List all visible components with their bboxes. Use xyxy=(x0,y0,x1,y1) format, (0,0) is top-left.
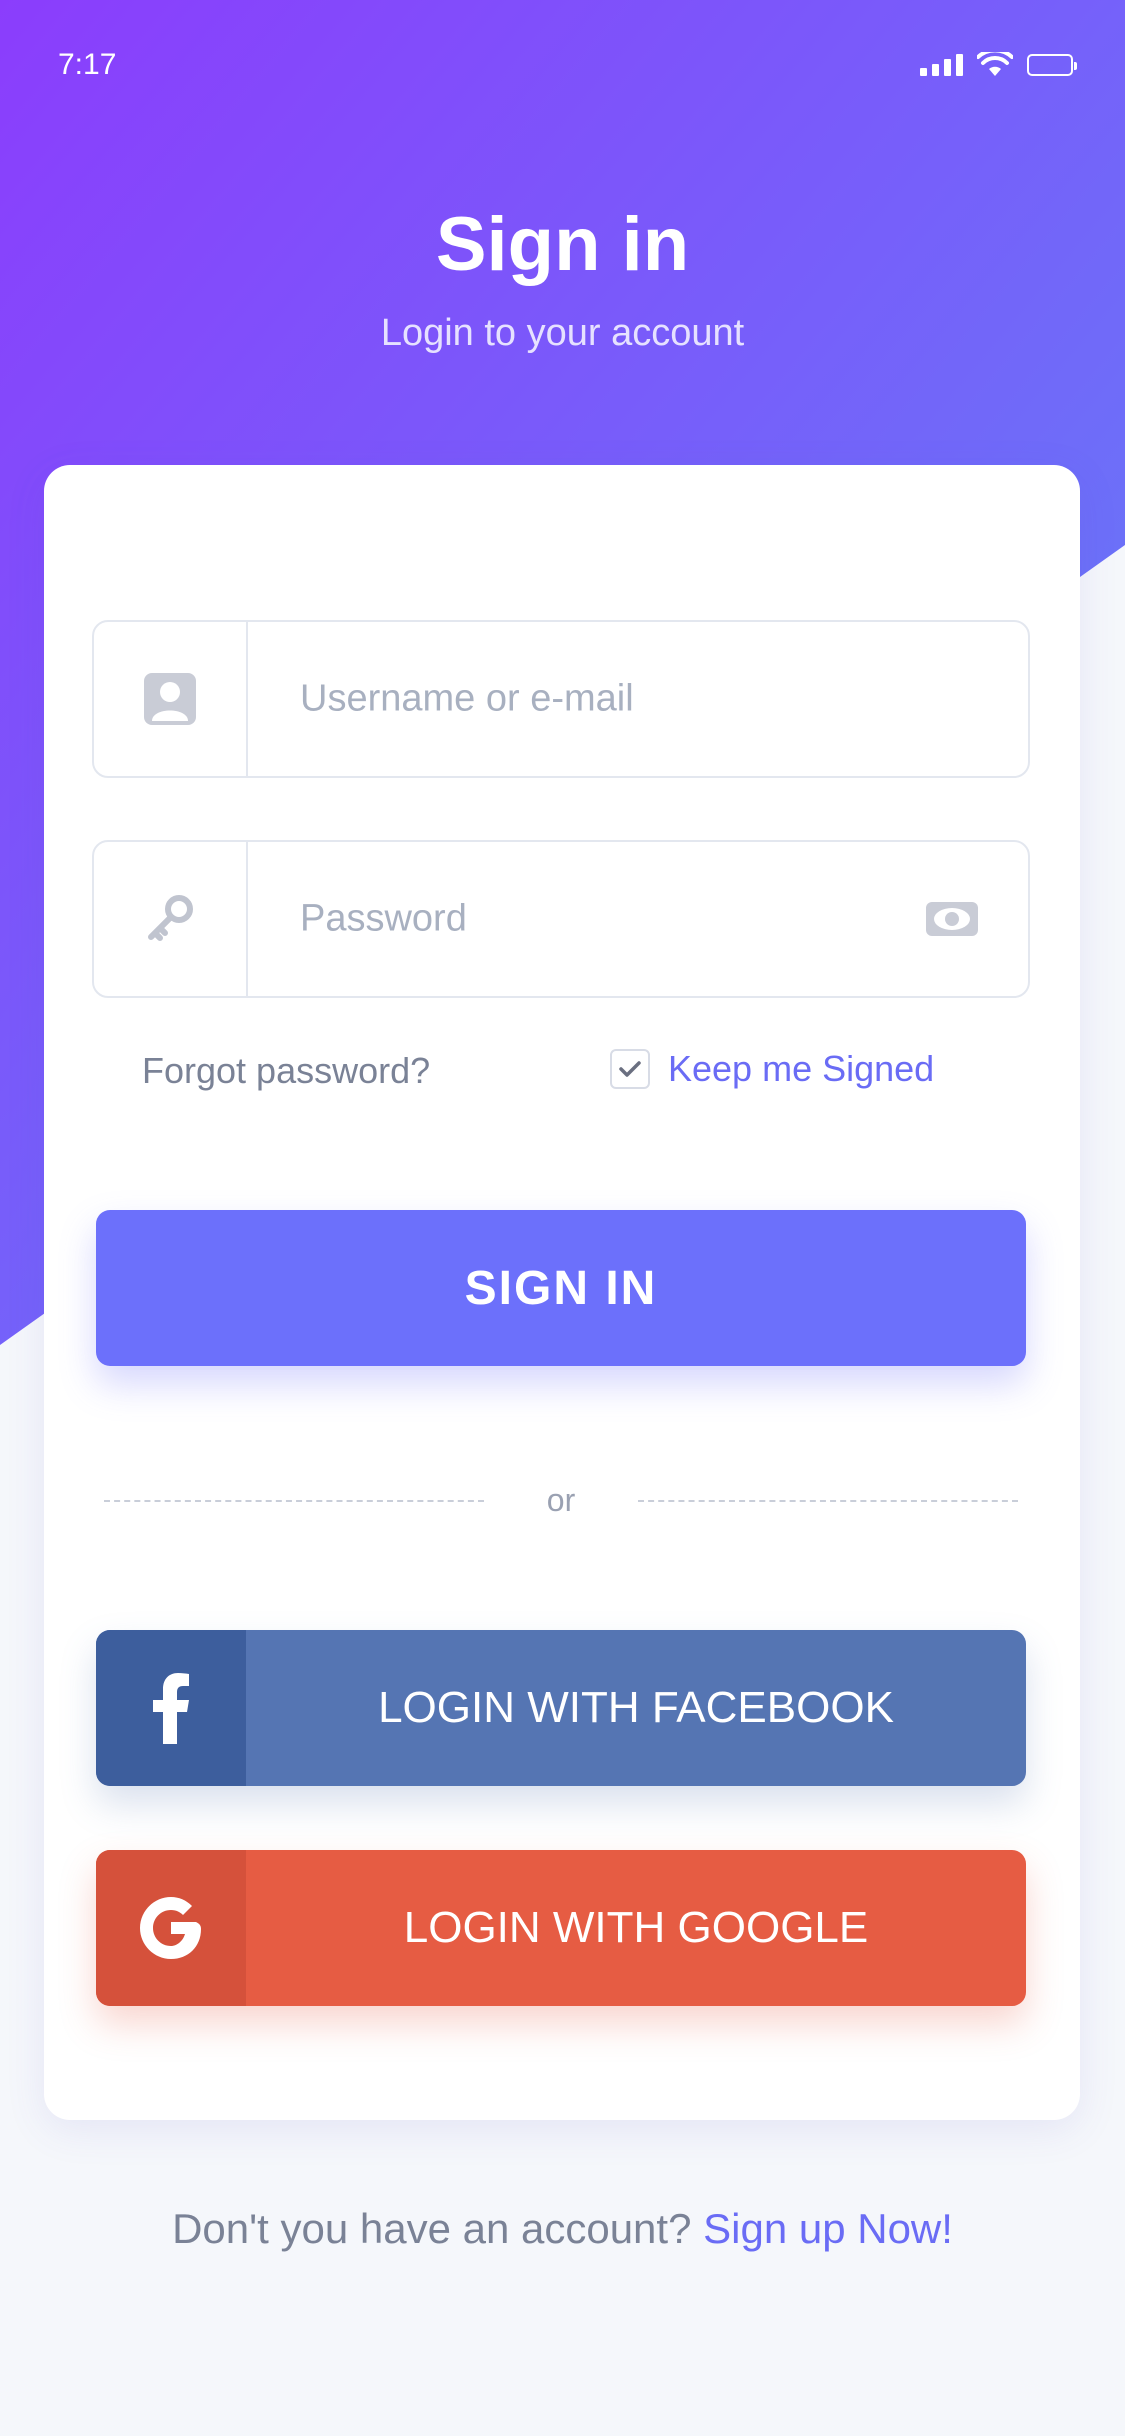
sign-in-button-label: SIGN IN xyxy=(464,1261,658,1315)
google-login-label: LOGIN WITH GOOGLE xyxy=(403,1903,869,1952)
wifi-icon xyxy=(977,52,1013,76)
google-icon-cell xyxy=(96,1850,246,2006)
or-divider: or xyxy=(104,1480,1018,1520)
username-icon-cell xyxy=(94,622,248,776)
forgot-password-link[interactable]: Forgot password? xyxy=(142,1050,430,1092)
signup-prompt-text: Don't you have an account? xyxy=(172,2205,692,2252)
page-title: Sign in xyxy=(435,202,690,287)
check-icon xyxy=(619,1061,641,1077)
google-icon xyxy=(140,1897,201,1959)
user-icon xyxy=(144,673,196,725)
eye-icon[interactable] xyxy=(926,902,978,936)
page-subtitle: Login to your account xyxy=(380,312,745,354)
signal-icon xyxy=(920,54,963,76)
password-field[interactable]: Password xyxy=(92,840,1030,998)
google-login-button[interactable]: LOGIN WITH GOOGLE xyxy=(96,1850,1026,2006)
status-bar: 7:17 xyxy=(58,48,1077,82)
facebook-login-label: LOGIN WITH FACEBOOK xyxy=(378,1683,894,1732)
status-icons xyxy=(920,52,1077,78)
battery-icon xyxy=(1027,54,1077,76)
keep-signed-label[interactable]: Keep me Signed xyxy=(668,1048,934,1090)
status-time: 7:17 xyxy=(58,48,117,81)
username-field[interactable]: Username or e-mail xyxy=(92,620,1030,778)
sign-up-link[interactable]: Sign up Now! xyxy=(703,2205,953,2252)
keep-signed-checkbox[interactable] xyxy=(610,1049,650,1089)
password-icon-cell xyxy=(94,842,248,996)
facebook-icon xyxy=(153,1673,189,1744)
divider-line-right xyxy=(638,1500,1018,1502)
password-placeholder: Password xyxy=(300,897,467,940)
facebook-login-button[interactable]: LOGIN WITH FACEBOOK xyxy=(96,1630,1026,1786)
keep-signed-toggle[interactable]: Keep me Signed xyxy=(610,1048,934,1090)
key-icon xyxy=(148,895,193,941)
username-placeholder: Username or e-mail xyxy=(300,677,634,720)
facebook-icon-cell xyxy=(96,1630,246,1786)
sign-in-button[interactable]: SIGN IN xyxy=(96,1210,1026,1366)
signup-prompt: Don't you have an account? Sign up Now! xyxy=(0,2205,1125,2253)
